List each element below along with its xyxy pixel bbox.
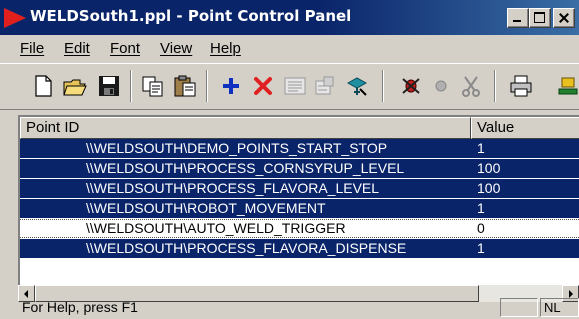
column-header-value[interactable]: Value (471, 117, 579, 139)
open-folder-icon[interactable] (62, 73, 88, 99)
value-cell: 100 (477, 160, 501, 176)
toolbar (0, 63, 579, 110)
list-row[interactable]: \\WELDSOUTH\ROBOT_MOVEMENT 1 (20, 199, 579, 218)
point-id-cell: \\WELDSOUTH\DEMO_POINTS_START_STOP (86, 140, 388, 156)
menu-view[interactable]: View (160, 40, 192, 57)
value-cell: 1 (477, 200, 485, 216)
add-icon[interactable] (218, 73, 244, 99)
status-bar: For Help, press F1 NL (0, 296, 579, 319)
menu-bar: File Edit Font View Help (0, 37, 579, 61)
close-button[interactable] (553, 8, 575, 28)
toolbar-separator (494, 70, 496, 102)
minimize-button[interactable] (507, 8, 529, 28)
app-icon[interactable] (4, 8, 26, 28)
properties-icon[interactable] (282, 73, 308, 99)
point-id-cell: \\WELDSOUTH\PROCESS_FLAVORA_DISPENSE (86, 240, 407, 256)
point-id-cell: \\WELDSOUTH\PROCESS_FLAVORA_LEVEL (86, 180, 380, 196)
status-pane (500, 298, 538, 317)
print-icon[interactable] (508, 73, 534, 99)
points-list[interactable]: Point ID Value \\WELDSOUTH\DEMO_POINTS_S… (18, 115, 579, 285)
value-cell: 100 (477, 180, 501, 196)
status-text: For Help, press F1 (22, 299, 138, 315)
save-icon[interactable] (96, 73, 122, 99)
maximize-button[interactable] (529, 8, 551, 28)
connect-icon[interactable] (344, 73, 370, 99)
copy-icon[interactable] (140, 73, 166, 99)
value-cell: 1 (477, 240, 485, 256)
point-id-cell: \\WELDSOUTH\PROCESS_CORNSYRUP_LEVEL (86, 160, 405, 176)
point-id-cell: \\WELDSOUTH\AUTO_WELD_TRIGGER (86, 220, 346, 236)
value-cell: 1 (477, 140, 485, 156)
toolbar-separator (130, 70, 132, 102)
new-file-icon[interactable] (30, 73, 56, 99)
record-icon[interactable] (428, 73, 454, 99)
list-row[interactable]: \\WELDSOUTH\PROCESS_FLAVORA_DISPENSE 1 (20, 239, 579, 258)
list-row[interactable]: \\WELDSOUTH\DEMO_POINTS_START_STOP 1 (20, 139, 579, 158)
list-row[interactable]: \\WELDSOUTH\PROCESS_CORNSYRUP_LEVEL 100 (20, 159, 579, 178)
network-icon[interactable] (556, 73, 579, 99)
column-header-point-id[interactable]: Point ID (20, 117, 471, 139)
stop-bug-icon[interactable] (398, 73, 424, 99)
menu-font[interactable]: Font (110, 40, 140, 57)
list-row[interactable]: \\WELDSOUTH\PROCESS_FLAVORA_LEVEL 100 (20, 179, 579, 198)
value-cell: 0 (477, 220, 485, 236)
toolbar-separator (382, 70, 384, 102)
list-row[interactable]: \\WELDSOUTH\AUTO_WELD_TRIGGER 0 (20, 219, 579, 238)
title-bar[interactable]: WELDSouth1.ppl - Point Control Panel (0, 0, 579, 35)
menu-file[interactable]: File (20, 40, 44, 57)
menu-edit[interactable]: Edit (64, 40, 90, 57)
window-title: WELDSouth1.ppl - Point Control Panel (30, 7, 352, 25)
configure-icon[interactable] (312, 73, 338, 99)
delete-icon[interactable] (250, 73, 276, 99)
menu-help[interactable]: Help (210, 40, 241, 57)
toolbar-separator (206, 70, 208, 102)
point-id-cell: \\WELDSOUTH\ROBOT_MOVEMENT (86, 200, 326, 216)
status-num-lock: NL (540, 298, 579, 317)
paste-icon[interactable] (172, 73, 198, 99)
cut-icon[interactable] (458, 73, 484, 99)
point-control-panel-window: WELDSouth1.ppl - Point Control Panel Fil… (0, 0, 579, 319)
